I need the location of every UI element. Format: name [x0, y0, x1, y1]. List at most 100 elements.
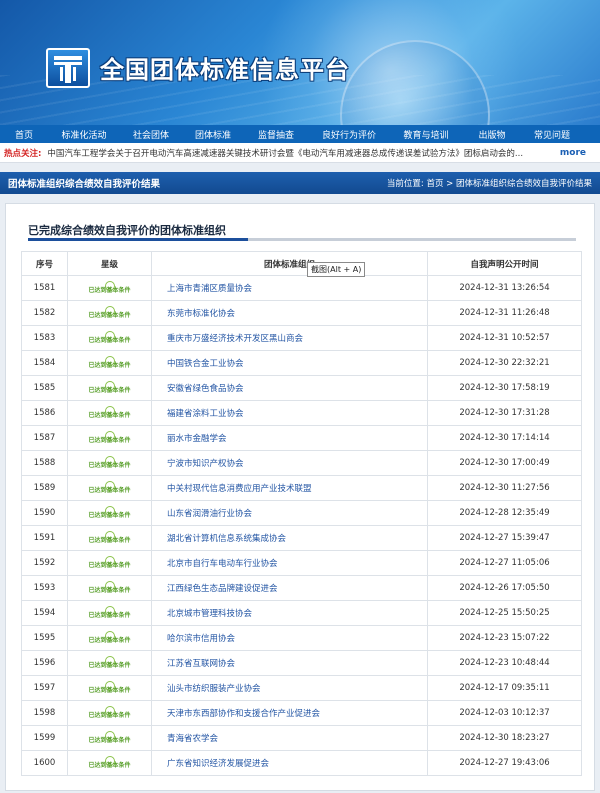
organization-link[interactable]: 安徽省绿色食品协会 [151, 375, 428, 401]
nav-item-group-standards[interactable]: 团体标准 [182, 128, 244, 141]
star-level-cell: 已达到基本条件 [67, 750, 152, 776]
organization-link[interactable]: 湖北省计算机信息系统集成协会 [151, 525, 428, 551]
organization-link[interactable]: 江西绿色生态品牌建设促进会 [151, 575, 428, 601]
row-number: 1587 [21, 425, 68, 451]
declaration-time: 2024-12-23 10:48:44 [427, 650, 582, 676]
organization-link[interactable]: 北京市自行车电动车行业协会 [151, 550, 428, 576]
organization-link[interactable]: 丽水市金融学会 [151, 425, 428, 451]
table-body: 1581 已达到基本条件 上海市青浦区质量协会 2024-12-31 13:26:54… [21, 275, 582, 776]
row-number: 1595 [21, 625, 68, 651]
row-number: 1584 [21, 350, 68, 376]
organization-link[interactable]: 汕头市纺织服装产业协会 [151, 675, 428, 701]
star-badge-icon: 已达到基本条件 [88, 730, 132, 746]
organization-link[interactable]: 福建省涂料工业协会 [151, 400, 428, 426]
table-row: 1595 已达到基本条件 哈尔滨市信用协会 2024-12-23 15:07:22 [21, 625, 582, 651]
declaration-time: 2024-12-30 17:14:14 [427, 425, 582, 451]
nav-item-training[interactable]: 教育与培训 [390, 128, 462, 141]
star-badge-text: 已达到基本条件 [88, 561, 131, 569]
star-level-cell: 已达到基本条件 [67, 375, 152, 401]
organization-link[interactable]: 北京城市管理科技协会 [151, 600, 428, 626]
star-badge-text: 已达到基本条件 [88, 611, 131, 619]
declaration-time: 2024-12-31 11:26:48 [427, 300, 582, 326]
star-badge-text: 已达到基本条件 [88, 536, 131, 544]
star-badge-text: 已达到基本条件 [88, 686, 131, 694]
row-number: 1589 [21, 475, 68, 501]
table-row: 1585 已达到基本条件 安徽省绿色食品协会 2024-12-30 17:58:19 [21, 375, 582, 401]
star-badge-icon: 已达到基本条件 [88, 580, 132, 596]
ticker-news-link[interactable]: 中国汽车工程学会关于召开电动汽车高速减速器关键技术研讨会暨《电动汽车用减速器总成… [47, 147, 551, 159]
nav-item-home[interactable]: 首页 [0, 128, 48, 141]
table-row: 1589 已达到基本条件 中关村现代信息消费应用产业技术联盟 2024-12-30 1… [21, 475, 582, 501]
nav-item-publications[interactable]: 出版物 [462, 128, 522, 141]
star-badge-icon: 已达到基本条件 [88, 630, 132, 646]
declaration-time: 2024-12-23 15:07:22 [427, 625, 582, 651]
declaration-time: 2024-12-26 17:05:50 [427, 575, 582, 601]
star-level-cell: 已达到基本条件 [67, 475, 152, 501]
star-badge-text: 已达到基本条件 [88, 286, 131, 294]
declaration-time: 2024-12-27 11:05:06 [427, 550, 582, 576]
star-badge-text: 已达到基本条件 [88, 711, 131, 719]
star-badge-icon: 已达到基本条件 [88, 355, 132, 371]
organization-link[interactable]: 山东省润滑油行业协会 [151, 500, 428, 526]
star-level-cell: 已达到基本条件 [67, 600, 152, 626]
star-level-cell: 已达到基本条件 [67, 500, 152, 526]
table-row: 1581 已达到基本条件 上海市青浦区质量协会 2024-12-31 13:26:54 [21, 275, 582, 301]
declaration-time: 2024-12-17 09:35:11 [427, 675, 582, 701]
table-row: 1596 已达到基本条件 江苏省互联网协会 2024-12-23 10:48:44 [21, 650, 582, 676]
star-badge-icon: 已达到基本条件 [88, 455, 132, 471]
organization-link[interactable]: 天津市东西部协作和支援合作产业促进会 [151, 700, 428, 726]
star-badge-icon: 已达到基本条件 [88, 505, 132, 521]
declaration-time: 2024-12-27 19:43:06 [427, 750, 582, 776]
organization-link[interactable]: 哈尔滨市信用协会 [151, 625, 428, 651]
nav-item-standardization[interactable]: 标准化活动 [48, 128, 120, 141]
star-badge-text: 已达到基本条件 [88, 661, 131, 669]
organization-link[interactable]: 中关村现代信息消费应用产业技术联盟 [151, 475, 428, 501]
declaration-time: 2024-12-30 17:00:49 [427, 450, 582, 476]
star-badge-icon: 已达到基本条件 [88, 705, 132, 721]
table-row: 1584 已达到基本条件 中国铁合金工业协会 2024-12-30 22:32:21 [21, 350, 582, 376]
star-level-cell: 已达到基本条件 [67, 725, 152, 751]
results-panel: 已完成综合绩效自我评价的团体标准组织 序号 星级 团体标准组织 自我声明公开时间… [5, 203, 595, 791]
breadcrumb[interactable]: 当前位置: 首页 > 团体标准组织综合绩效自我评价结果 [387, 177, 592, 189]
nav-item-good-behavior[interactable]: 良好行为评价 [308, 128, 390, 141]
organization-link[interactable]: 广东省知识经济发展促进会 [151, 750, 428, 776]
star-level-cell: 已达到基本条件 [67, 425, 152, 451]
star-level-cell: 已达到基本条件 [67, 325, 152, 351]
organization-link[interactable]: 东莞市标准化协会 [151, 300, 428, 326]
declaration-time: 2024-12-28 12:35:49 [427, 500, 582, 526]
table-row: 1588 已达到基本条件 宁波市知识产权协会 2024-12-30 17:00:49 [21, 450, 582, 476]
organization-link[interactable]: 江苏省互联网协会 [151, 650, 428, 676]
section-header: 团体标准组织综合绩效自我评价结果 当前位置: 首页 > 团体标准组织综合绩效自我… [0, 172, 600, 194]
header-banner: 全国团体标准信息平台 [0, 0, 600, 125]
row-number: 1594 [21, 600, 68, 626]
col-header-number: 序号 [21, 251, 68, 276]
star-level-cell: 已达到基本条件 [67, 700, 152, 726]
organization-link[interactable]: 上海市青浦区质量协会 [151, 275, 428, 301]
organization-link[interactable]: 青海省农学会 [151, 725, 428, 751]
star-badge-text: 已达到基本条件 [88, 636, 131, 644]
star-badge-icon: 已达到基本条件 [88, 380, 132, 396]
star-badge-icon: 已达到基本条件 [88, 280, 132, 296]
platform-logo-icon[interactable] [46, 48, 90, 88]
organization-link[interactable]: 中国铁合金工业协会 [151, 350, 428, 376]
star-badge-text: 已达到基本条件 [88, 736, 131, 744]
row-number: 1583 [21, 325, 68, 351]
table-row: 1594 已达到基本条件 北京城市管理科技协会 2024-12-25 15:50:25 [21, 600, 582, 626]
table-row: 1582 已达到基本条件 东莞市标准化协会 2024-12-31 11:26:48 [21, 300, 582, 326]
nav-item-social-groups[interactable]: 社会团体 [120, 128, 182, 141]
table-row: 1587 已达到基本条件 丽水市金融学会 2024-12-30 17:14:14 [21, 425, 582, 451]
star-badge-icon: 已达到基本条件 [88, 655, 132, 671]
row-number: 1596 [21, 650, 68, 676]
row-number: 1586 [21, 400, 68, 426]
row-number: 1599 [21, 725, 68, 751]
nav-item-inspection[interactable]: 监督抽查 [244, 128, 308, 141]
more-link[interactable]: more [560, 148, 586, 158]
panel-title-rule [28, 238, 576, 241]
star-badge-text: 已达到基本条件 [88, 336, 131, 344]
row-number: 1592 [21, 550, 68, 576]
star-badge-icon: 已达到基本条件 [88, 330, 132, 346]
nav-item-faq[interactable]: 常见问题 [522, 128, 582, 141]
organization-link[interactable]: 宁波市知识产权协会 [151, 450, 428, 476]
organization-link[interactable]: 重庆市万盛经济技术开发区黑山商会 [151, 325, 428, 351]
star-badge-text: 已达到基本条件 [88, 461, 131, 469]
